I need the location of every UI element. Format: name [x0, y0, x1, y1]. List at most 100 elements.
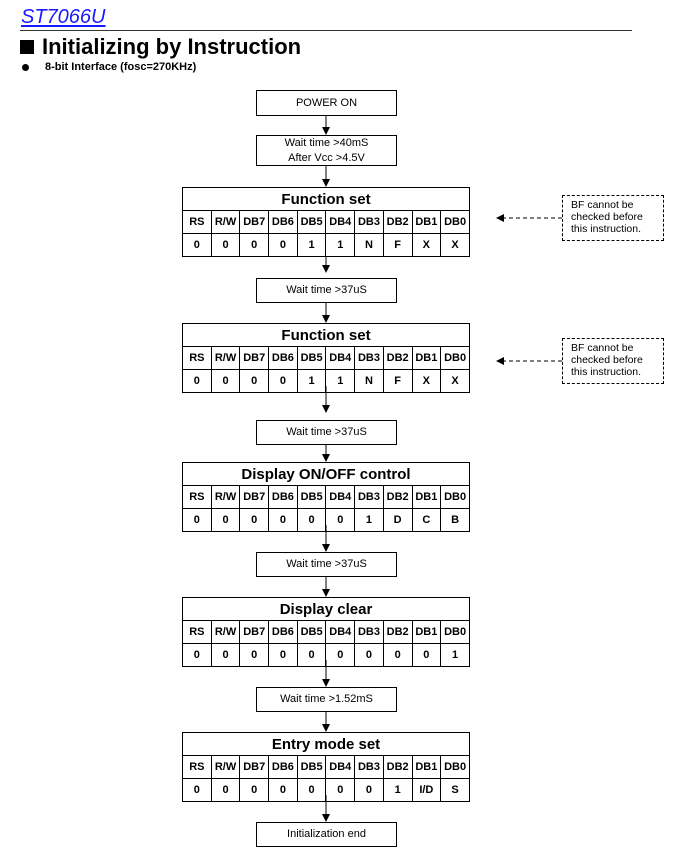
col-db6: DB6 [268, 620, 298, 644]
col-db1: DB1 [411, 620, 442, 644]
instruction-table-display-clear: Display clear RS R/W DB7 DB6 DB5 DB4 DB3 DB2 DB1… [182, 597, 470, 667]
note-line: BF cannot be [571, 199, 634, 211]
value-cell: S [440, 778, 470, 802]
col-db7: DB7 [239, 620, 270, 644]
value-cell: 0 [239, 778, 270, 802]
col-db3: DB3 [354, 620, 384, 644]
col-db5: DB5 [296, 620, 327, 644]
col-rs: RS [182, 620, 212, 644]
col-db4: DB4 [325, 485, 356, 509]
col-rs: RS [182, 485, 212, 509]
value-cell: B [440, 508, 470, 532]
col-rs: RS [182, 210, 212, 234]
value-cell: 0 [268, 233, 298, 257]
col-db7: DB7 [239, 485, 270, 509]
value-row: 0000001DCB [182, 508, 470, 532]
value-cell: I/D [411, 778, 442, 802]
col-db0: DB0 [440, 755, 470, 779]
value-cell: 0 [210, 369, 241, 393]
note-line: checked before [571, 211, 643, 223]
value-cell: X [411, 233, 442, 257]
value-cell: 1 [354, 508, 384, 532]
value-cell: 1 [325, 369, 356, 393]
bf-note-1: BF cannot be checked before this instruc… [562, 195, 664, 241]
value-cell: 0 [325, 778, 356, 802]
wait-box-2: Wait time >37uS [256, 420, 397, 445]
col-db5: DB5 [296, 485, 327, 509]
value-cell: 0 [239, 369, 270, 393]
instruction-table-function-set-2: Function set RS R/W DB7 DB6 DB5 DB4 DB3 DB2 DB1 D… [182, 323, 470, 393]
value-cell: 0 [210, 778, 241, 802]
value-cell: X [411, 369, 442, 393]
value-cell: 0 [239, 233, 270, 257]
col-db7: DB7 [239, 346, 270, 370]
value-cell: 0 [210, 508, 241, 532]
col-db4: DB4 [325, 346, 356, 370]
value-cell: 0 [182, 778, 212, 802]
value-cell: 0 [239, 643, 270, 667]
value-row: 000011NFXX [182, 233, 470, 257]
instruction-title: Function set [182, 323, 470, 347]
col-db5: DB5 [296, 210, 327, 234]
col-db0: DB0 [440, 346, 470, 370]
col-db1: DB1 [411, 485, 442, 509]
instruction-title: Display ON/OFF control [182, 462, 470, 486]
value-cell: D [382, 508, 413, 532]
value-cell: F [382, 233, 413, 257]
wait-text: Wait time >40mS [284, 136, 369, 149]
instruction-title: Display clear [182, 597, 470, 621]
note-line: this instruction. [571, 366, 642, 378]
col-db4: DB4 [325, 210, 356, 234]
initialization-end-box: Initialization end [256, 822, 397, 847]
column-header-row: RS R/W DB7 DB6 DB5 DB4 DB3 DB2 DB1 DB0 [182, 210, 470, 234]
value-cell: 1 [440, 643, 470, 667]
value-cell: 0 [182, 643, 212, 667]
col-db1: DB1 [411, 210, 442, 234]
value-cell: X [440, 233, 470, 257]
instruction-table-display-on-off: Display ON/OFF control RS R/W DB7 DB6 DB5 DB4… [182, 462, 470, 532]
value-cell: 0 [296, 508, 327, 532]
value-cell: 0 [182, 233, 212, 257]
value-cell: C [411, 508, 442, 532]
col-db2: DB2 [382, 485, 413, 509]
value-cell: 0 [210, 233, 241, 257]
col-db0: DB0 [440, 485, 470, 509]
instruction-table-entry-mode-set: Entry mode set RS R/W DB7 DB6 DB5 DB4 DB3 DB2 DB… [182, 732, 470, 802]
instruction-title: Entry mode set [182, 732, 470, 756]
col-db6: DB6 [268, 210, 298, 234]
col-db3: DB3 [354, 755, 384, 779]
value-cell: 0 [210, 643, 241, 667]
col-db2: DB2 [382, 346, 413, 370]
col-db7: DB7 [239, 755, 270, 779]
value-cell: 0 [325, 508, 356, 532]
value-cell: 1 [382, 778, 413, 802]
col-rw: R/W [210, 485, 241, 509]
col-db0: DB0 [440, 210, 470, 234]
value-cell: 0 [268, 778, 298, 802]
column-header-row: RS R/W DB7 DB6 DB5 DB4 DB3 DB2 DB1 DB0 [182, 620, 470, 644]
column-header-row: RS R/W DB7 DB6 DB5 DB4 DB3 DB2 DB1 DB0 [182, 755, 470, 779]
col-db7: DB7 [239, 210, 270, 234]
col-rs: RS [182, 755, 212, 779]
col-db1: DB1 [411, 755, 442, 779]
col-db3: DB3 [354, 346, 384, 370]
col-db2: DB2 [382, 210, 413, 234]
col-rw: R/W [210, 620, 241, 644]
value-cell: 0 [296, 643, 327, 667]
value-cell: 0 [268, 508, 298, 532]
value-row: 0 0 0 0 0 0 0 1 I/D S [182, 778, 470, 802]
value-cell: 0 [411, 643, 442, 667]
power-on-box: POWER ON [256, 90, 397, 116]
value-cell: 0 [182, 508, 212, 532]
wait-box-power: Wait time >40mS After Vcc >4.5V [256, 135, 397, 166]
col-db6: DB6 [268, 485, 298, 509]
value-cell: 0 [325, 643, 356, 667]
col-db6: DB6 [268, 755, 298, 779]
col-db2: DB2 [382, 755, 413, 779]
wait-box-1: Wait time >37uS [256, 278, 397, 303]
col-rw: R/W [210, 346, 241, 370]
wait-text: After Vcc >4.5V [288, 151, 365, 164]
value-cell: F [382, 369, 413, 393]
col-rw: R/W [210, 210, 241, 234]
col-db3: DB3 [354, 485, 384, 509]
